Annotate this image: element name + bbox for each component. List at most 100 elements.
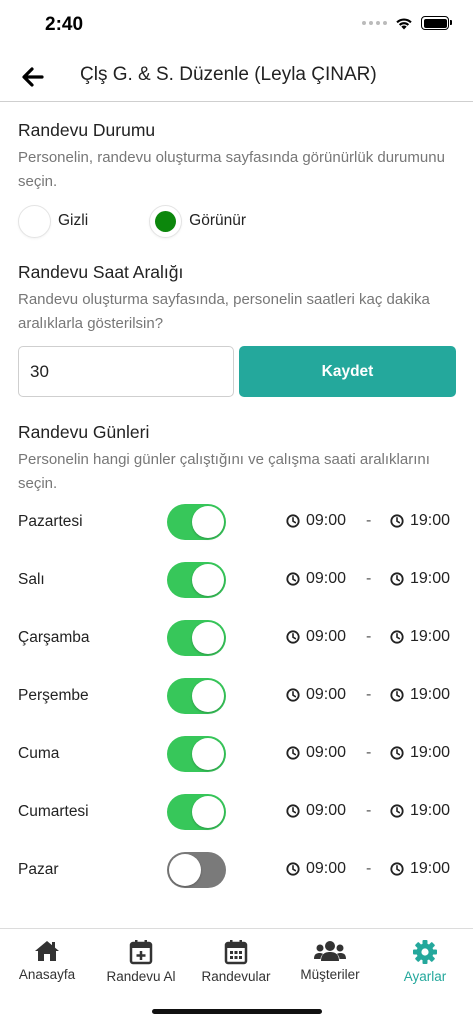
time-separator: - xyxy=(366,744,372,761)
end-time[interactable]: 19:00 xyxy=(390,570,450,588)
end-time[interactable]: 19:00 xyxy=(390,512,450,530)
days-description: Personelin hangi günler çalıştığını ve ç… xyxy=(18,451,430,492)
day-row: Pazartesi 09:00 - 19:00 xyxy=(18,502,458,542)
radio-visible[interactable]: Görünür xyxy=(149,204,247,238)
start-time-text: 09:00 xyxy=(306,570,347,587)
tab-label: Randevular xyxy=(201,969,271,984)
day-row: Salı 09:00 - 19:00 xyxy=(18,560,458,600)
start-time[interactable]: 09:00 xyxy=(286,570,346,588)
toggle-knob xyxy=(192,564,224,596)
arrow-left-icon xyxy=(22,67,44,87)
day-name: Cumartesi xyxy=(18,803,89,820)
users-icon xyxy=(314,941,346,961)
end-time-text: 19:00 xyxy=(410,802,451,819)
day-toggle[interactable] xyxy=(167,562,226,598)
end-time-text: 19:00 xyxy=(410,512,451,529)
visibility-title: Randevu Durumu xyxy=(18,120,156,140)
tab-bar: Anasayfa Randevu Al Randevular Müşterile… xyxy=(0,928,473,1024)
visibility-radio-group: Gizli Görünür xyxy=(18,204,246,238)
day-toggle[interactable] xyxy=(167,504,226,540)
clock-icon xyxy=(390,514,404,528)
start-time[interactable]: 09:00 xyxy=(286,512,346,530)
tab-settings[interactable]: Ayarlar xyxy=(378,929,472,993)
status-time: 2:40 xyxy=(45,14,84,35)
time-separator: - xyxy=(366,512,372,529)
clock-icon xyxy=(390,804,404,818)
day-name: Perşembe xyxy=(18,687,89,704)
clock-icon xyxy=(286,514,300,528)
end-time[interactable]: 19:00 xyxy=(390,628,450,646)
end-time-text: 19:00 xyxy=(410,686,451,703)
radio-hidden[interactable]: Gizli xyxy=(18,204,89,238)
end-time-text: 19:00 xyxy=(410,860,451,877)
clock-icon xyxy=(390,630,404,644)
start-time-text: 09:00 xyxy=(306,512,347,529)
time-separator: - xyxy=(366,628,372,645)
toggle-knob xyxy=(192,680,224,712)
toggle-knob xyxy=(169,854,201,886)
start-time[interactable]: 09:00 xyxy=(286,860,346,878)
start-time[interactable]: 09:00 xyxy=(286,628,346,646)
start-time-text: 09:00 xyxy=(306,744,347,761)
toggle-knob xyxy=(192,506,224,538)
status-icons xyxy=(362,16,452,30)
tab-home[interactable]: Anasayfa xyxy=(0,929,94,993)
radio-circle xyxy=(18,204,51,238)
day-toggle[interactable] xyxy=(167,678,226,714)
clock-icon xyxy=(286,746,300,760)
gear-icon xyxy=(413,940,437,964)
end-time-text: 19:00 xyxy=(410,744,451,761)
day-name: Cuma xyxy=(18,745,60,762)
start-time-text: 09:00 xyxy=(306,860,347,877)
time-separator: - xyxy=(366,570,372,587)
signal-icon xyxy=(362,21,387,25)
radio-label: Gizli xyxy=(58,212,89,229)
end-time[interactable]: 19:00 xyxy=(390,860,450,878)
tab-appointments[interactable]: Randevular xyxy=(189,929,283,993)
days-title: Randevu Günleri xyxy=(18,422,150,442)
day-row: Perşembe 09:00 - 19:00 xyxy=(18,676,458,716)
start-time[interactable]: 09:00 xyxy=(286,686,346,704)
end-time-text: 19:00 xyxy=(410,570,451,587)
tab-label: Ayarlar xyxy=(403,969,447,984)
back-button[interactable] xyxy=(18,62,50,92)
interval-input[interactable] xyxy=(18,346,234,397)
clock-icon xyxy=(390,688,404,702)
start-time-text: 09:00 xyxy=(306,686,347,703)
save-button[interactable]: Kaydet xyxy=(239,346,456,397)
toggle-knob xyxy=(192,738,224,770)
interval-description: Randevu oluşturma sayfasında, personelin… xyxy=(18,291,430,332)
toggle-knob xyxy=(192,796,224,828)
tab-label: Anasayfa xyxy=(18,967,76,982)
clock-icon xyxy=(286,804,300,818)
day-toggle[interactable] xyxy=(167,794,226,830)
day-row: Cuma 09:00 - 19:00 xyxy=(18,734,458,774)
calendar-icon xyxy=(224,940,248,965)
clock-icon xyxy=(286,862,300,876)
tab-label: Müşteriler xyxy=(300,967,360,982)
day-toggle[interactable] xyxy=(167,620,226,656)
end-time[interactable]: 19:00 xyxy=(390,744,450,762)
start-time[interactable]: 09:00 xyxy=(286,744,346,762)
time-separator: - xyxy=(366,860,372,877)
clock-icon xyxy=(390,862,404,876)
day-name: Pazar xyxy=(18,861,59,878)
tab-customers[interactable]: Müşteriler xyxy=(283,929,377,993)
end-time[interactable]: 19:00 xyxy=(390,802,450,820)
day-toggle[interactable] xyxy=(167,736,226,772)
wifi-icon xyxy=(396,18,412,30)
tab-new-appointment[interactable]: Randevu Al xyxy=(94,929,188,993)
day-toggle[interactable] xyxy=(167,852,226,888)
clock-icon xyxy=(390,746,404,760)
end-time-text: 19:00 xyxy=(410,628,451,645)
radio-label: Görünür xyxy=(189,212,247,229)
visibility-description: Personelin, randevu oluşturma sayfasında… xyxy=(18,149,445,190)
day-row: Pazar 09:00 - 19:00 xyxy=(18,850,458,890)
interval-title: Randevu Saat Aralığı xyxy=(18,262,184,282)
clock-icon xyxy=(286,688,300,702)
toggle-knob xyxy=(192,622,224,654)
tab-label: Randevu Al xyxy=(106,969,176,984)
end-time[interactable]: 19:00 xyxy=(390,686,450,704)
battery-icon xyxy=(421,16,452,30)
start-time[interactable]: 09:00 xyxy=(286,802,346,820)
